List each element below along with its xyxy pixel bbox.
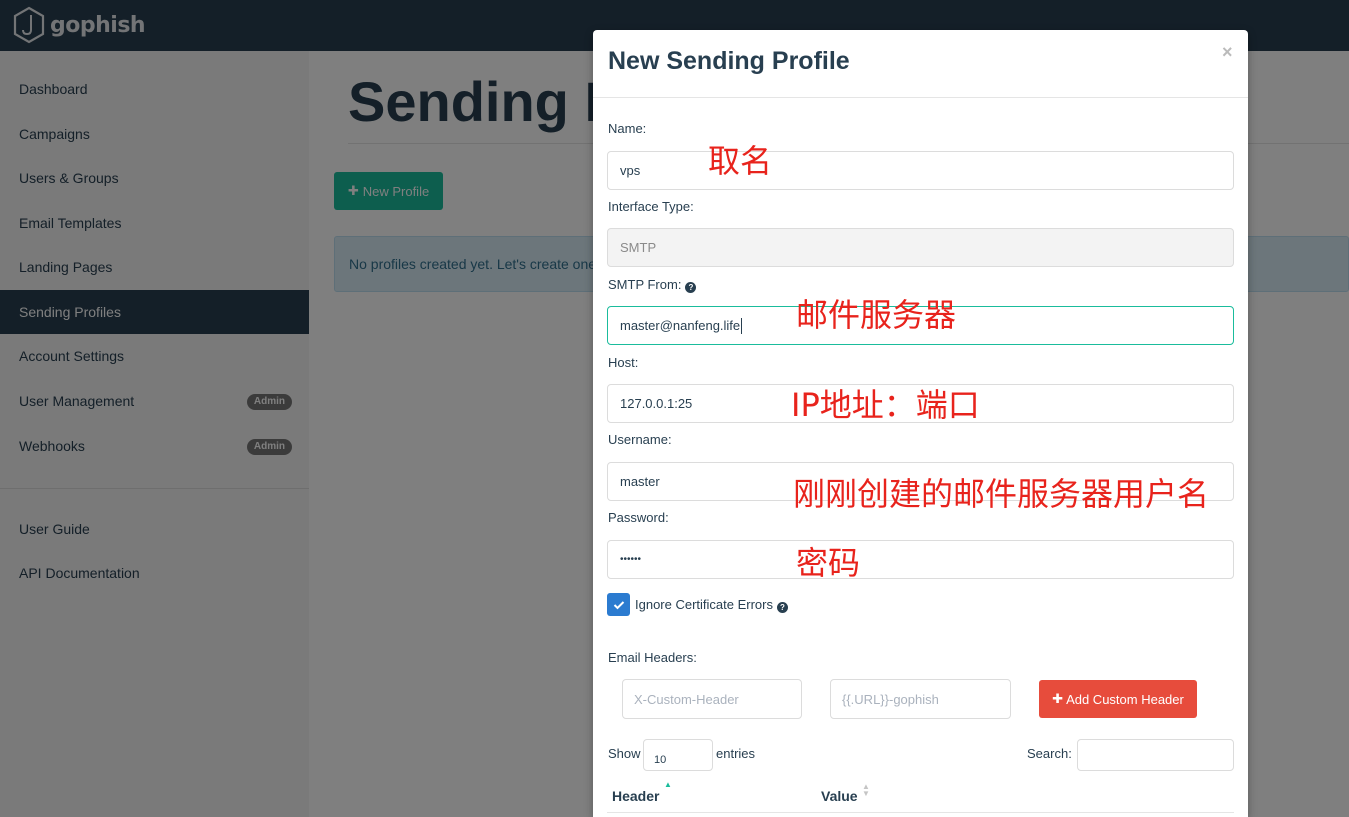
checkmark-icon — [613, 600, 624, 609]
search-label: Search: — [1027, 746, 1072, 761]
modal-title: New Sending Profile — [608, 47, 850, 75]
host-label: Host: — [608, 355, 639, 370]
plus-icon: ✚ — [1052, 691, 1064, 706]
annotation-name: 取名 — [708, 142, 773, 180]
sort-asc-icon[interactable]: ▲ — [664, 781, 672, 789]
header-column-label: Header — [612, 788, 660, 804]
column-header-header[interactable]: Header — [612, 788, 659, 804]
annotation-smtp-from: 邮件服务器 — [796, 296, 957, 334]
password-input[interactable]: •••••• — [607, 540, 1234, 579]
close-icon[interactable]: × — [1222, 42, 1233, 63]
password-label: Password: — [608, 510, 669, 525]
smtp-from-value: master@nanfeng.life — [620, 318, 741, 333]
username-value: master — [620, 474, 660, 489]
custom-header-value-placeholder: {{.URL}}-gophish — [842, 691, 939, 707]
interface-type-field: SMTP — [607, 228, 1234, 267]
ignore-cert-checkbox[interactable] — [607, 593, 630, 616]
entries-label: entries — [716, 746, 756, 761]
password-value: •••••• — [620, 554, 642, 565]
annotation-username: 刚刚创建的邮件服务器用户名 — [793, 475, 1210, 513]
interface-type-label: Interface Type: — [608, 199, 694, 214]
name-value: vps — [620, 163, 641, 178]
add-custom-header-label: Add Custom Header — [1066, 691, 1184, 707]
add-custom-header-button[interactable]: ✚ Add Custom Header — [1039, 680, 1197, 718]
sort-both-icon[interactable]: ▲ ▼ — [862, 783, 870, 798]
custom-header-value-input[interactable]: {{.URL}}-gophish — [830, 679, 1011, 719]
smtp-from-label-text: SMTP From: — [608, 277, 682, 292]
column-header-value[interactable]: Value — [821, 788, 858, 804]
table-search-input[interactable] — [1077, 739, 1234, 771]
name-input[interactable]: vps — [607, 151, 1234, 190]
ignore-cert-label-text: Ignore Certificate Errors — [635, 597, 773, 612]
username-label: Username: — [608, 432, 672, 447]
interface-type-value: SMTP — [620, 240, 657, 255]
question-circle-icon[interactable]: ? — [685, 282, 697, 293]
annotation-host: IP地址：端口 — [791, 386, 980, 424]
table-header-rule — [607, 812, 1234, 813]
new-sending-profile-modal: New Sending Profile × Name: vps Interfac… — [593, 30, 1248, 817]
entries-per-page-select[interactable]: 10 — [643, 739, 713, 771]
modal-header: New Sending Profile × — [593, 30, 1248, 98]
email-headers-label: Email Headers: — [608, 650, 697, 665]
custom-header-placeholder: X-Custom-Header — [634, 691, 739, 707]
name-label: Name: — [608, 121, 647, 136]
text-caret — [741, 317, 743, 334]
host-value: 127.0.0.1:25 — [620, 396, 693, 411]
show-label: Show — [608, 746, 641, 761]
annotation-password: 密码 — [796, 544, 861, 582]
smtp-from-label: SMTP From:? — [608, 277, 697, 293]
ignore-cert-label: Ignore Certificate Errors? — [635, 597, 788, 613]
custom-header-input[interactable]: X-Custom-Header — [622, 679, 802, 719]
value-column-label: Value — [821, 788, 858, 804]
question-circle-icon[interactable]: ? — [777, 602, 788, 613]
entries-per-page-value: 10 — [654, 754, 667, 766]
